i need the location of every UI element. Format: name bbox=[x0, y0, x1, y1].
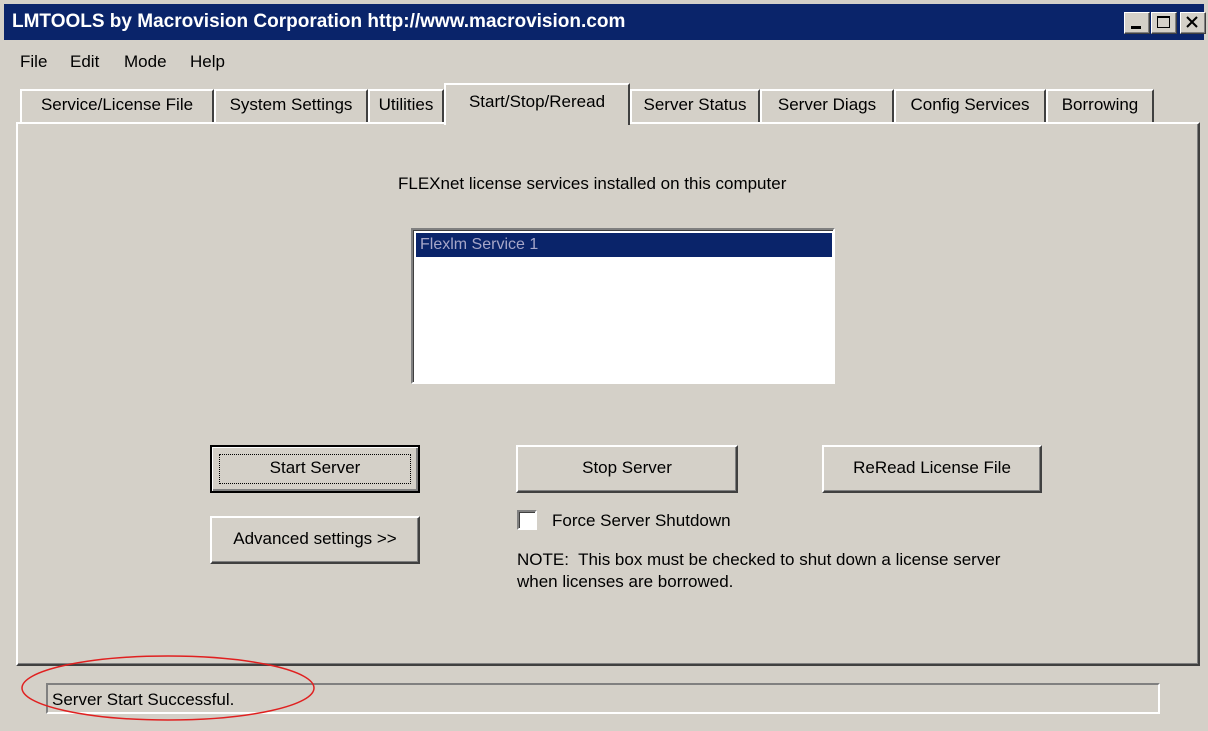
minimize-icon bbox=[1131, 26, 1141, 29]
note-line-1: NOTE: This box must be checked to shut d… bbox=[517, 550, 1001, 569]
services-list[interactable]: Flexlm Service 1 bbox=[411, 228, 835, 384]
note-text: NOTE: This box must be checked to shut d… bbox=[517, 549, 1117, 593]
tab-start-stop-reread[interactable]: Start/Stop/Reread bbox=[444, 83, 630, 125]
tab-server-diags[interactable]: Server Diags bbox=[760, 89, 894, 123]
close-icon bbox=[1186, 16, 1198, 28]
note-line-2: when licenses are borrowed. bbox=[517, 572, 734, 591]
close-button[interactable] bbox=[1180, 12, 1206, 34]
services-label: FLEXnet license services installed on th… bbox=[398, 174, 787, 193]
stop-server-button[interactable]: Stop Server bbox=[516, 445, 738, 493]
tab-system-settings[interactable]: System Settings bbox=[214, 89, 368, 123]
title-bar[interactable]: LMTOOLS by Macrovision Corporation http:… bbox=[4, 4, 1206, 40]
tab-borrowing[interactable]: Borrowing bbox=[1046, 89, 1154, 123]
menu-bar: File Edit Mode Help bbox=[4, 40, 1204, 82]
window-title: LMTOOLS by Macrovision Corporation http:… bbox=[12, 11, 626, 32]
maximize-icon bbox=[1157, 16, 1170, 28]
tab-server-status[interactable]: Server Status bbox=[630, 89, 760, 123]
stop-server-label: Stop Server bbox=[582, 458, 672, 477]
maximize-button[interactable] bbox=[1151, 12, 1177, 34]
focus-rect bbox=[219, 454, 411, 484]
start-server-button[interactable]: Start Server bbox=[210, 445, 420, 493]
force-server-shutdown-checkbox[interactable] bbox=[517, 510, 537, 530]
advanced-settings-button[interactable]: Advanced settings >> bbox=[210, 516, 420, 564]
list-item[interactable]: Flexlm Service 1 bbox=[416, 233, 832, 257]
force-server-shutdown-label[interactable]: Force Server Shutdown bbox=[552, 511, 731, 531]
lmtools-window: LMTOOLS by Macrovision Corporation http:… bbox=[0, 0, 1208, 731]
annotation-ellipse bbox=[21, 655, 315, 721]
tab-utilities[interactable]: Utilities bbox=[368, 89, 444, 123]
minimize-button[interactable] bbox=[1124, 12, 1150, 34]
menu-edit[interactable]: Edit bbox=[70, 52, 99, 72]
menu-mode[interactable]: Mode bbox=[124, 52, 167, 72]
menu-help[interactable]: Help bbox=[190, 52, 225, 72]
reread-license-file-button[interactable]: ReRead License File bbox=[822, 445, 1042, 493]
tab-config-services[interactable]: Config Services bbox=[894, 89, 1046, 123]
menu-file[interactable]: File bbox=[20, 52, 47, 72]
tab-service-license-file[interactable]: Service/License File bbox=[20, 89, 214, 123]
advanced-settings-label: Advanced settings >> bbox=[233, 529, 397, 548]
reread-license-file-label: ReRead License File bbox=[853, 458, 1011, 477]
